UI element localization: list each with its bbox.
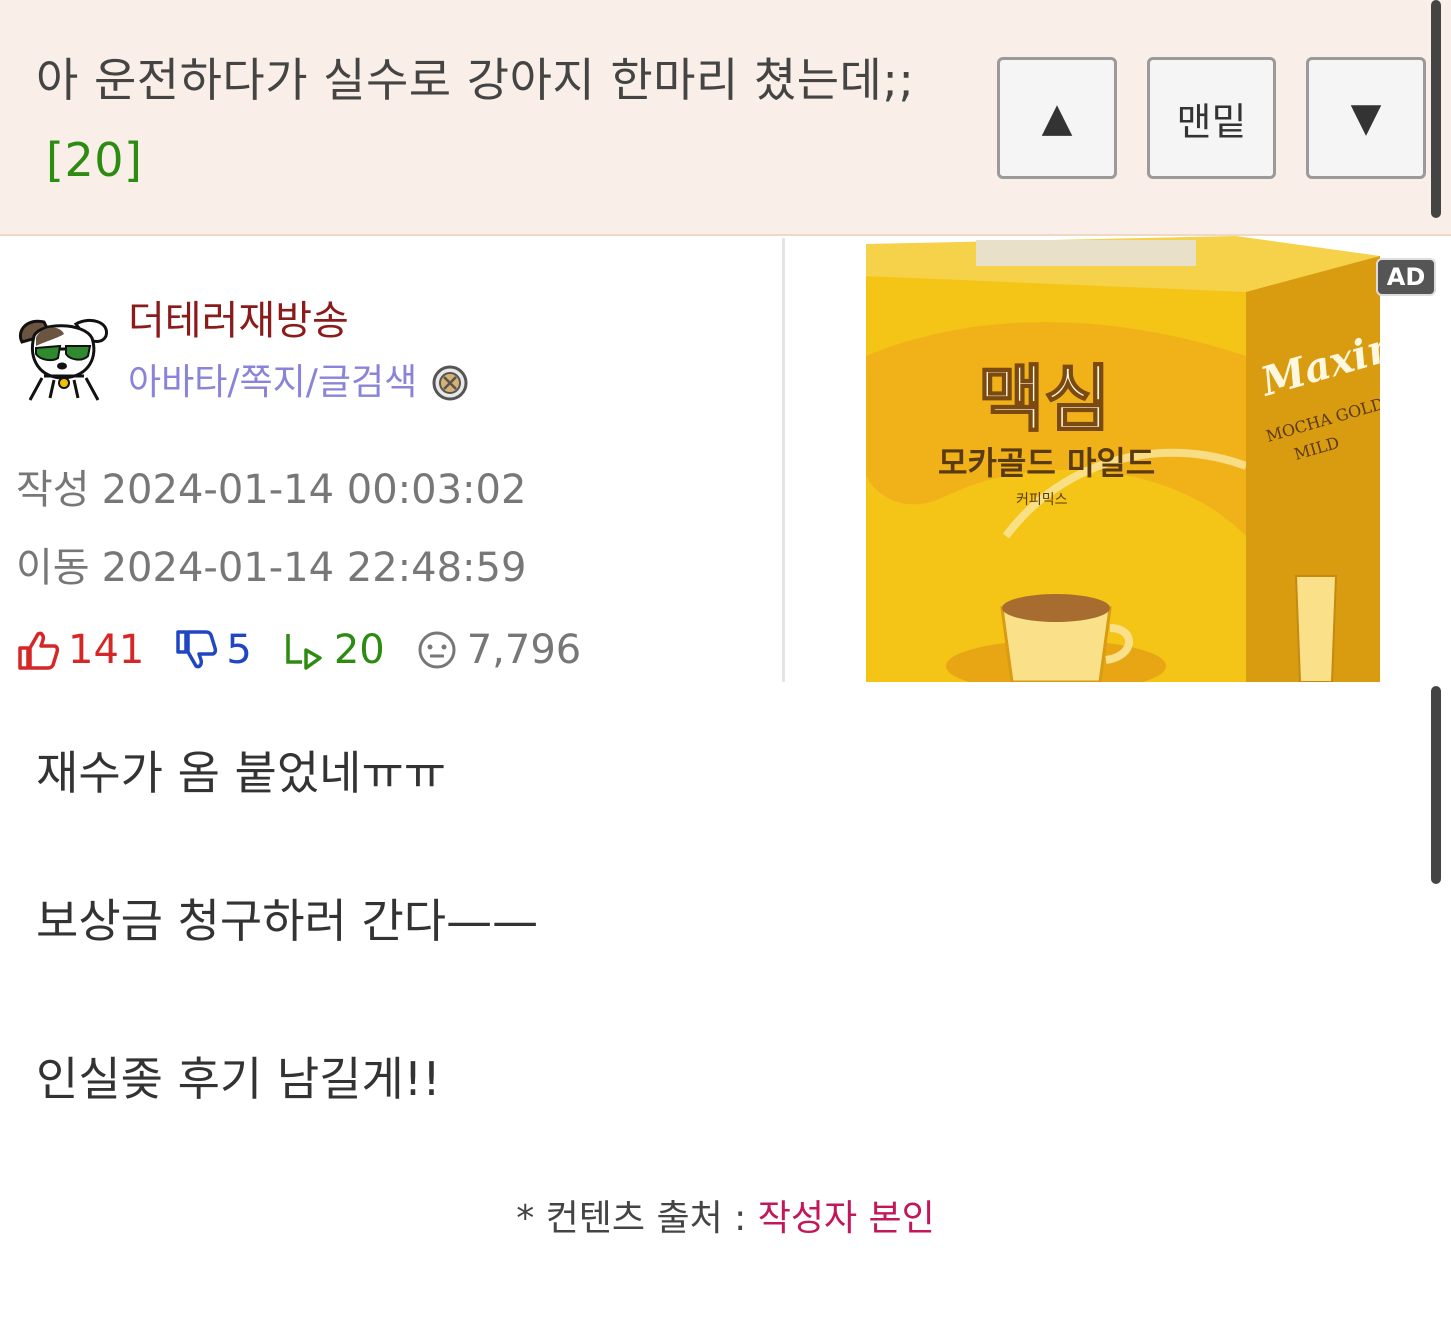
dog-avatar-icon[interactable] — [14, 312, 114, 404]
ad-brand-ko: 맥심 — [978, 357, 1110, 441]
thumbs-up-icon — [18, 631, 60, 670]
author-links: 아바타/쪽지/글검색 — [128, 356, 469, 410]
view-stat: 7,796 — [415, 627, 582, 673]
upvote-count: 141 — [68, 627, 145, 673]
source-label: * 컨텐츠 출처 : — [516, 1198, 758, 1239]
created-label: 작성 — [16, 467, 90, 513]
content-scrollbar[interactable] — [1431, 686, 1441, 884]
created-value: 2024-01-14 00:03:02 — [101, 467, 527, 513]
ad-product-sub: 커피믹스 — [1016, 492, 1068, 508]
content-source: * 컨텐츠 출처 : 작성자 본인 — [0, 1192, 1451, 1246]
post-title-text: 아 운전하다가 실수로 강아지 한마리 쳤는데;; — [36, 53, 915, 107]
post-stats: 141 5 20 7,796 — [16, 620, 611, 680]
moved-label: 이동 — [16, 545, 90, 591]
info-divider — [782, 238, 785, 682]
moved-value: 2024-01-14 22:48:59 — [101, 545, 527, 591]
reply-arrow-icon — [286, 634, 322, 670]
header-scrollbar[interactable] — [1431, 0, 1441, 218]
view-count: 7,796 — [466, 627, 582, 673]
post-title: 아 운전하다가 실수로 강아지 한마리 쳤는데;; [20] — [36, 40, 916, 200]
post-info — [0, 238, 783, 682]
post-header: 아 운전하다가 실수로 강아지 한마리 쳤는데;; [20] ▲ 맨밑 ▼ — [0, 0, 1451, 236]
created-date: 작성 2024-01-14 00:03:02 — [16, 462, 526, 518]
downvote-count: 5 — [226, 627, 252, 673]
moved-date: 이동 2024-01-14 22:48:59 — [16, 540, 526, 596]
view-face-icon — [418, 631, 456, 669]
downvote-stat[interactable]: 5 — [174, 627, 252, 673]
author-links-text[interactable]: 아바타/쪽지/글검색 — [128, 356, 417, 410]
ad-product-ko: 모카골드 마일드 — [938, 444, 1155, 482]
thumbs-down-icon — [176, 630, 218, 669]
post-body-line-3: 인실좆 후기 남길게!! — [36, 1052, 441, 1106]
reply-count: 20 — [333, 627, 385, 673]
post-body-line-1: 재수가 옴 붙었네ㅠㅠ — [36, 746, 447, 800]
author-nickname[interactable]: 더테러재방송 — [128, 292, 349, 350]
scroll-down-button[interactable]: ▼ — [1306, 57, 1426, 179]
ad-badge[interactable]: AD — [1376, 258, 1436, 296]
reply-stat[interactable]: 20 — [282, 627, 385, 673]
scroll-up-button[interactable]: ▲ — [997, 57, 1117, 179]
scroll-bottom-button[interactable]: 맨밑 — [1147, 57, 1276, 179]
upvote-stat[interactable]: 141 — [16, 627, 144, 673]
maxim-coffee-ad[interactable]: 맥심 모카골드 마일드 커피믹스 Maxim MOCHA GOLD MILD — [866, 236, 1380, 682]
source-value[interactable]: 작성자 본인 — [758, 1198, 935, 1239]
comment-count[interactable]: [20] — [46, 133, 142, 187]
post-body-line-2: 보상금 청구하러 간다—— — [36, 894, 539, 948]
member-badge-icon — [432, 365, 468, 401]
